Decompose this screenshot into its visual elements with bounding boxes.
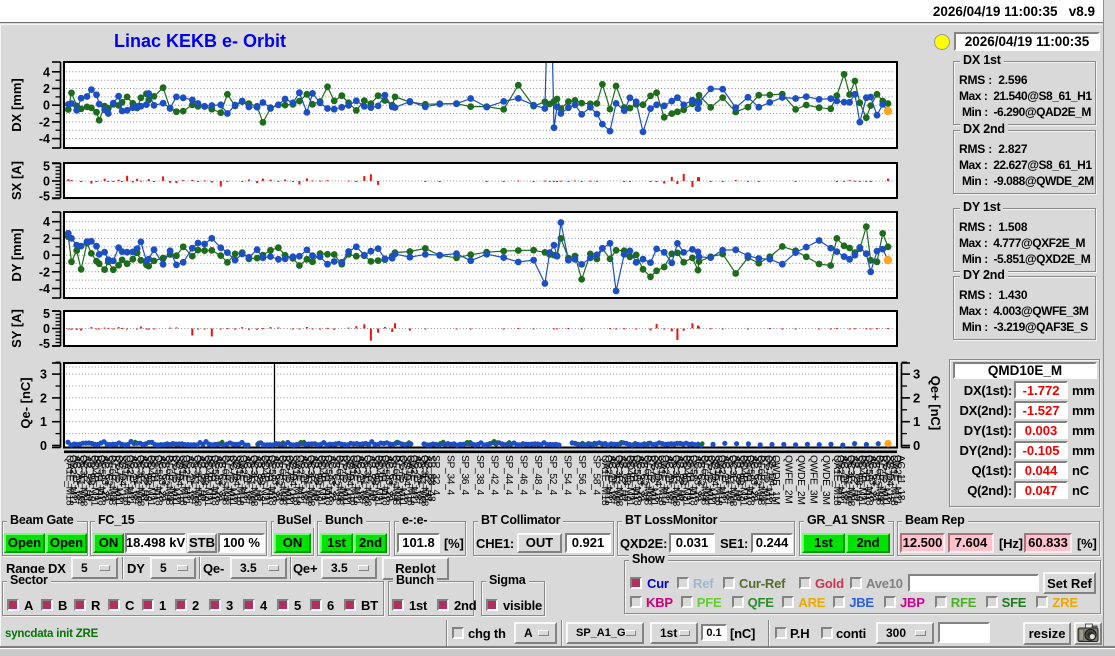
svg-text:2: 2 — [40, 391, 47, 405]
svg-text:SP_42_4: SP_42_4 — [488, 455, 499, 496]
svg-text:-4: -4 — [39, 132, 50, 146]
svg-text:1: 1 — [913, 414, 920, 429]
svg-text:0: 0 — [43, 322, 50, 336]
svg-text:-2: -2 — [39, 265, 50, 279]
svg-text:3: 3 — [40, 368, 47, 382]
svg-text:2: 2 — [913, 390, 920, 405]
svg-text:-2: -2 — [39, 115, 50, 129]
svg-text:SP_54_4: SP_54_4 — [561, 455, 572, 496]
svg-text:SP_56_4: SP_56_4 — [576, 455, 587, 496]
svg-text:SX [A]: SX [A] — [9, 161, 24, 200]
svg-text:0: 0 — [43, 175, 50, 189]
svg-text:SY [A]: SY [A] — [9, 309, 24, 348]
svg-text:QWDE_1M: QWDE_1M — [770, 455, 781, 505]
svg-text:1: 1 — [40, 415, 47, 429]
svg-text:Qe- [nC]: Qe- [nC] — [18, 377, 33, 428]
svg-text:QWFE_3M: QWFE_3M — [808, 455, 819, 503]
svg-text:DY [mm]: DY [mm] — [9, 228, 24, 281]
svg-text:SP_44_4: SP_44_4 — [503, 455, 514, 496]
svg-text:QWDE_2M: QWDE_2M — [795, 455, 806, 505]
svg-text:SP_52_4: SP_52_4 — [547, 455, 558, 496]
svg-text:0: 0 — [43, 99, 50, 113]
svg-text:AC_11_18: AC_11_18 — [895, 455, 906, 501]
svg-text:4: 4 — [43, 215, 50, 229]
svg-text:SP_48_4: SP_48_4 — [532, 455, 543, 496]
svg-text:0: 0 — [40, 439, 47, 453]
svg-text:SP_36_4: SP_36_4 — [459, 455, 470, 496]
svg-text:SP_38_4: SP_38_4 — [474, 455, 485, 496]
svg-text:0: 0 — [913, 438, 920, 453]
svg-text:-4: -4 — [39, 282, 50, 296]
svg-text:QWFE_2M: QWFE_2M — [783, 455, 794, 503]
svg-text:2: 2 — [43, 82, 50, 96]
svg-text:5: 5 — [43, 307, 50, 321]
svg-text:4: 4 — [43, 65, 50, 79]
svg-text:3: 3 — [913, 367, 920, 382]
svg-text:SP_34_4: SP_34_4 — [445, 455, 456, 496]
svg-text:5: 5 — [43, 159, 50, 173]
svg-text:DX [mm]: DX [mm] — [9, 78, 24, 131]
svg-text:0: 0 — [43, 249, 50, 263]
svg-text:Qe+ [nC]: Qe+ [nC] — [928, 376, 943, 431]
svg-text:-5: -5 — [39, 190, 50, 204]
svg-text:2: 2 — [43, 232, 50, 246]
svg-text:SP_32_4: SP_32_4 — [430, 455, 441, 496]
svg-text:QWDE_3M: QWDE_3M — [820, 455, 831, 505]
svg-text:SP_46_4: SP_46_4 — [518, 455, 529, 496]
svg-text:-5: -5 — [39, 337, 50, 351]
